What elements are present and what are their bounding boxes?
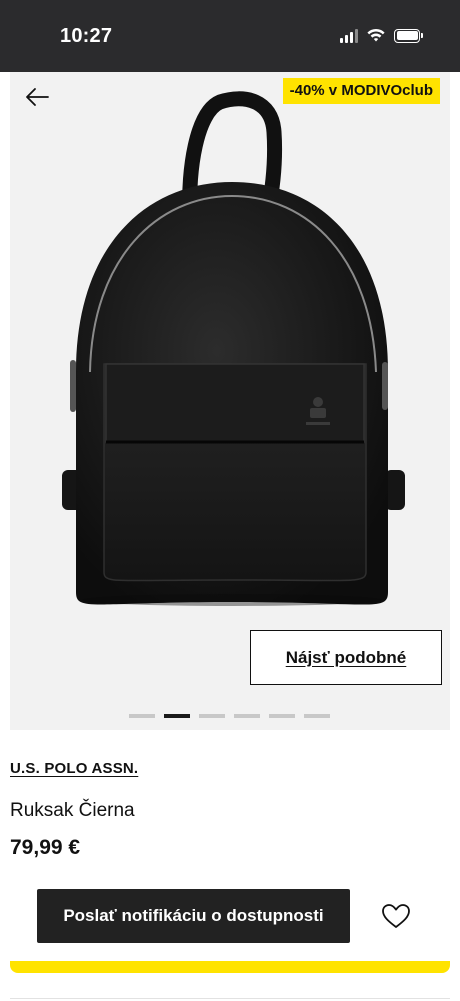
back-arrow-icon [26,88,49,106]
back-button[interactable] [22,82,52,112]
gallery-dot[interactable] [199,714,225,718]
battery-icon [394,28,423,43]
gallery-dot[interactable] [129,714,155,718]
product-price: 79,99 € [10,836,81,859]
wishlist-button[interactable] [380,900,412,932]
status-time: 10:27 [60,25,113,47]
gallery-dot-active[interactable] [164,714,190,718]
product-image [62,91,405,606]
status-bar: 10:27 [0,0,460,72]
divider [10,998,450,999]
gallery-dot[interactable] [234,714,260,718]
wifi-icon [367,28,385,42]
brand-link[interactable]: U.S. POLO ASSN. [10,760,138,777]
status-icons [340,28,423,43]
gallery-pagination [129,714,330,718]
product-name: Ruksak Čierna [10,800,135,821]
yellow-accent-bar [10,961,450,973]
gallery-dot[interactable] [304,714,330,718]
find-similar-button[interactable]: Nájsť podobné [250,630,442,685]
product-image-gallery[interactable]: -40% v MODIVOclub Nájsť podobné [10,72,450,730]
gallery-dot[interactable] [269,714,295,718]
promo-badge: -40% v MODIVOclub [282,78,440,104]
heart-icon [382,904,410,928]
notify-availability-button[interactable]: Poslať notifikáciu o dostupnosti [37,889,350,943]
signal-icon [340,28,358,43]
